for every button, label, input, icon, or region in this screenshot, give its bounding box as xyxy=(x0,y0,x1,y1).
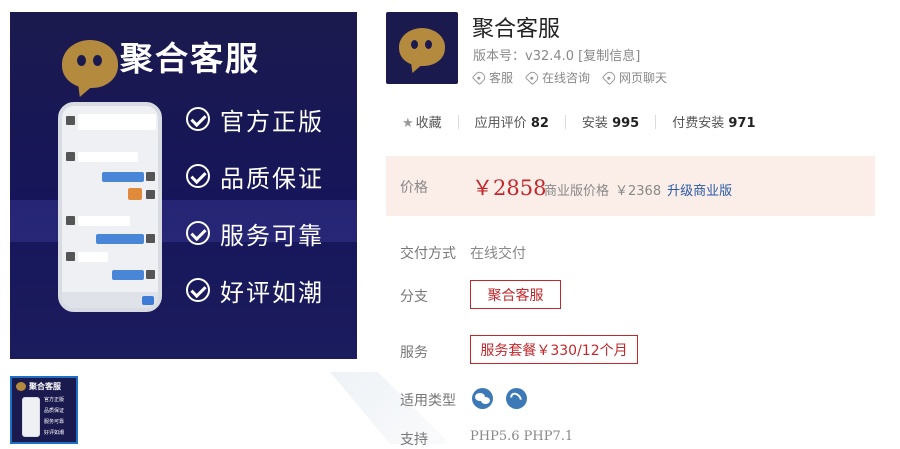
feature-label: 服务可靠 xyxy=(220,221,324,250)
feature-label: 好评如潮 xyxy=(220,278,324,307)
tag-item[interactable]: 网页聊天 xyxy=(601,69,668,86)
service-label: 服务 xyxy=(400,345,428,361)
install-stat: 安装 995 xyxy=(582,112,639,131)
platform-label: 适用类型 xyxy=(400,393,456,409)
feature-item: 好评如潮 xyxy=(186,275,324,307)
feature-item: 服务可靠 xyxy=(186,218,324,250)
tag-icon xyxy=(524,69,541,86)
support-value: PHP5.6 PHP7.1 xyxy=(470,429,574,444)
tag-label: 网页聊天 xyxy=(619,71,668,85)
feature-label: 品质保证 xyxy=(220,164,324,193)
check-circle-icon xyxy=(186,107,210,131)
rating-value: 82 xyxy=(530,116,549,131)
star-icon: ★ xyxy=(402,116,414,131)
business-price-label: 商业版价格 xyxy=(544,184,610,199)
tag-label: 客服 xyxy=(489,71,514,85)
branch-label: 分支 xyxy=(400,289,428,305)
rating-label: 应用评价 xyxy=(474,116,527,131)
feature-item: 品质保证 xyxy=(186,161,324,193)
banner-title: 聚合客服 xyxy=(120,39,260,78)
delivery-label: 交付方式 xyxy=(400,246,456,262)
paid-install-value: 971 xyxy=(728,116,756,131)
thumbnail-title: 聚合客服 xyxy=(29,382,61,391)
logo-icon xyxy=(16,382,26,391)
thumbnail-image[interactable]: 聚合客服 官方正版 品质保证 服务可靠 好评如潮 xyxy=(10,376,78,444)
business-price-value: ￥2368 xyxy=(615,184,662,199)
paid-install-stat: 付费安装 971 xyxy=(672,112,755,131)
service-option-button[interactable]: 服务套餐￥330/12个月 xyxy=(470,335,638,364)
tag-icon xyxy=(601,69,618,86)
check-circle-icon xyxy=(186,164,210,188)
price-label: 价格 xyxy=(400,180,428,196)
thumbnail-feature: 好评如潮 xyxy=(44,430,65,436)
check-circle-icon xyxy=(186,221,210,245)
phone-mockup xyxy=(22,397,40,437)
logo-icon xyxy=(62,40,118,97)
version-info[interactable]: 版本号：v32.4.0 [复制信息] xyxy=(473,45,640,64)
install-label: 安装 xyxy=(581,116,608,131)
feature-label: 官方正版 xyxy=(220,107,324,136)
thumbnail-feature: 服务可靠 xyxy=(44,419,65,425)
rating-stat[interactable]: 应用评价 82 xyxy=(475,112,549,131)
product-banner-image: 聚合客服 官方正版 品质保证 服务可靠 好评如潮 xyxy=(10,12,357,359)
paid-install-label: 付费安装 xyxy=(672,116,725,131)
wechat-icon xyxy=(472,388,493,409)
tag-item[interactable]: 在线咨询 xyxy=(524,69,591,86)
tag-list: 客服 在线咨询 网页聊天 xyxy=(471,69,668,86)
check-circle-icon xyxy=(186,278,210,302)
upgrade-link[interactable]: 升级商业版 xyxy=(667,180,732,199)
logo-icon xyxy=(399,28,445,73)
support-label: 支持 xyxy=(400,432,428,448)
delivery-value: 在线交付 xyxy=(470,246,526,262)
product-title: 聚合客服 xyxy=(472,17,561,42)
phone-mockup xyxy=(58,102,162,312)
tag-label: 在线咨询 xyxy=(542,71,591,85)
app-icon xyxy=(386,12,458,84)
favorite-label: 收藏 xyxy=(415,116,442,131)
thumbnail-feature: 官方正版 xyxy=(44,397,65,403)
branch-option-button[interactable]: 聚合客服 xyxy=(470,280,561,309)
price-value: ￥2858 xyxy=(472,176,547,200)
thumbnail-feature: 品质保证 xyxy=(44,408,65,414)
favorite-button[interactable]: ★ 收藏 xyxy=(402,112,442,131)
tag-icon xyxy=(471,69,488,86)
business-price: 商业版价格 ￥2368 升级商业版 xyxy=(544,180,732,199)
tag-item[interactable]: 客服 xyxy=(471,69,514,86)
price-box: 价格 ￥2858 商业版价格 ￥2368 升级商业版 xyxy=(386,156,875,216)
feature-item: 官方正版 xyxy=(186,104,324,136)
mini-program-icon xyxy=(506,388,527,409)
install-value: 995 xyxy=(612,116,640,131)
stats-bar: ★ 收藏 应用评价 82 安装 995 付费安装 971 xyxy=(402,112,756,131)
